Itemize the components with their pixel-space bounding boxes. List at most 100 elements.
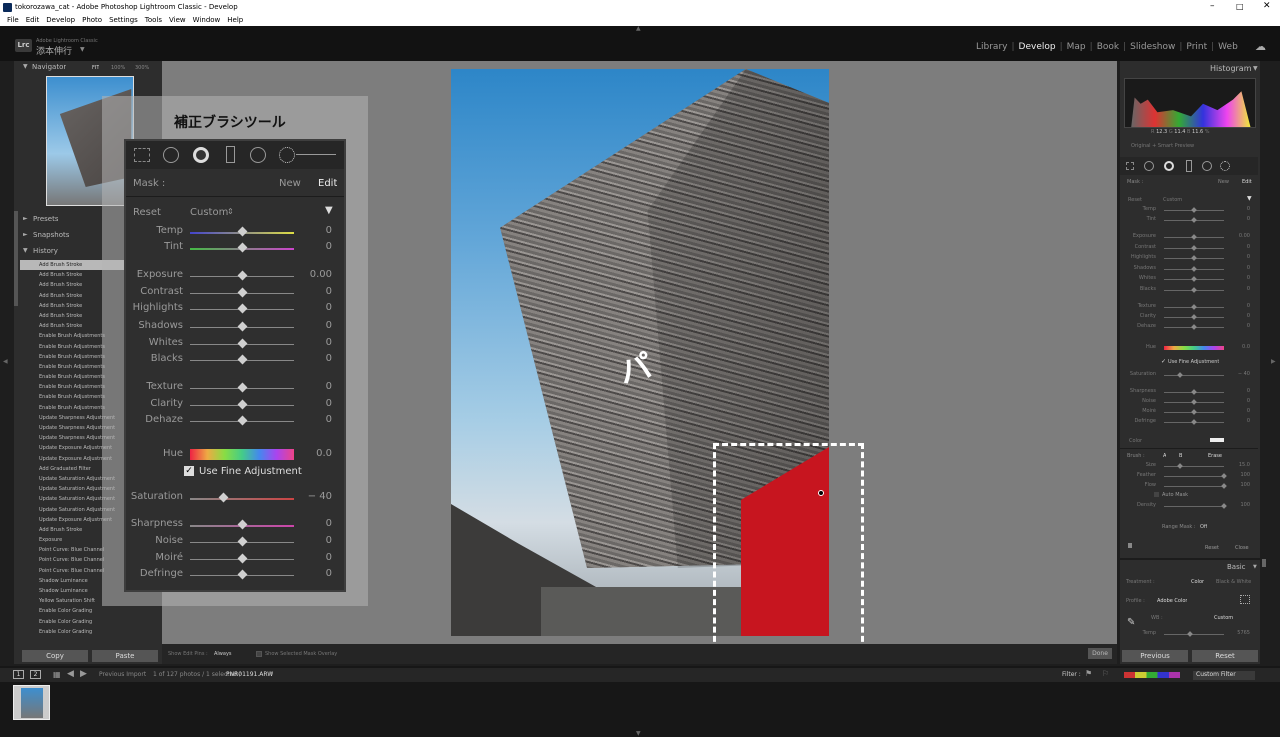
density-row[interactable]: Density 100 [1120,502,1250,511]
noise-knob[interactable] [237,536,248,547]
overlay-checkbox[interactable] [256,651,262,657]
temp-knob[interactable] [237,226,248,237]
rp-knob[interactable] [1191,276,1197,282]
rp-knob[interactable] [1191,399,1197,405]
range-mask-value[interactable]: Off [1200,524,1207,530]
rp-texture-row[interactable]: Texture 0 [1120,303,1250,312]
highlights-slider-row[interactable]: Highlights 0 [126,302,344,318]
filmstrip-filename[interactable]: PNR01191.ARW [226,671,273,678]
copy-button[interactable]: Copy [22,650,88,662]
rp-contrast-row[interactable]: Contrast 0 [1120,244,1250,253]
histogram-graph[interactable] [1124,78,1256,128]
moire-knob[interactable] [237,553,248,564]
rp-knob[interactable] [1191,304,1197,310]
rp-clarity-row[interactable]: Clarity 0 [1120,313,1250,322]
grid-view-icon[interactable]: ▦ [53,670,61,679]
collapse-triangle-icon[interactable]: ▼ [1253,65,1258,72]
module-print[interactable]: Print [1186,42,1207,52]
module-library[interactable]: Library [976,42,1007,52]
reject-filter-icon[interactable]: ⚐ [1102,669,1109,678]
menu-file[interactable]: File [7,16,19,24]
show-overlay-label[interactable]: Show Selected Mask Overlay [265,651,337,657]
collapse-triangle-icon[interactable]: ▼ [325,205,333,216]
texture-slider-row[interactable]: Texture 0 [126,381,344,397]
rp-knob[interactable] [1191,409,1197,415]
dropdown-icon[interactable]: ▼ [269,671,273,677]
filmstrip-source[interactable]: Previous Import [99,671,146,678]
collapse-triangle-icon[interactable]: ▼ [23,63,28,70]
menu-settings[interactable]: Settings [109,16,138,24]
rp-knob[interactable] [1177,372,1183,378]
forward-arrow-icon[interactable]: ▶ [80,669,87,679]
clarity-slider-row[interactable]: Clarity 0 [126,398,344,414]
menu-edit[interactable]: Edit [26,16,40,24]
eyedropper-icon[interactable]: ✎ [1127,617,1135,628]
graduated-filter-icon[interactable] [226,146,235,163]
spot-removal-icon[interactable] [163,147,179,163]
tint-slider-row[interactable]: Tint 0 [126,241,344,257]
fine-adjustment-label[interactable]: Use Fine Adjustment [199,466,302,477]
spot-removal-icon[interactable] [1144,161,1154,171]
rp-knob[interactable] [1191,207,1197,213]
rp-blacks-row[interactable]: Blacks 0 [1120,286,1250,295]
history-item[interactable]: Enable Color Grading [20,627,156,637]
reset-button[interactable]: Reset [1192,650,1258,662]
effect-preset[interactable]: Custom [1163,197,1182,203]
zoom-fit[interactable]: FIT [92,65,99,71]
sharpness-slider-row[interactable]: Sharpness 0 [126,518,344,534]
rp-whites-row[interactable]: Whites 0 [1120,275,1250,284]
graduated-filter-icon[interactable] [1186,160,1192,172]
brush-toggle-icon[interactable] [1128,543,1132,548]
history-item[interactable]: Enable Color Grading [20,617,156,627]
saturation-slider-row[interactable]: Saturation − 40 [126,491,344,507]
photo-canvas[interactable]: パ 補正ブラシツール Mask : New Edit Reset Custom … [102,61,1117,651]
collapse-triangle-icon[interactable]: ▼ [1247,195,1252,202]
basic-title[interactable]: Basic [1227,563,1246,571]
automask-checkbox[interactable] [1154,492,1159,497]
saturation-knob[interactable] [218,492,229,503]
history-title[interactable]: History [33,247,58,255]
menu-view[interactable]: View [169,16,186,24]
rp-tint-row[interactable]: Tint 0 [1120,216,1250,225]
collapse-triangle-icon[interactable]: ► [23,231,28,238]
right-scrollbar[interactable] [1262,559,1266,567]
paste-button[interactable]: Paste [92,650,158,662]
rp-knob[interactable] [1191,255,1197,261]
flag-filter-icon[interactable]: ⚑ [1085,669,1092,678]
noise-slider-row[interactable]: Noise 0 [126,535,344,551]
defringe-knob[interactable] [237,569,248,580]
rp-knob[interactable] [1191,324,1197,330]
collapse-bottom-icon[interactable]: ▼ [636,730,641,737]
clarity-knob[interactable] [237,399,248,410]
reset-label[interactable]: Reset [1128,197,1142,203]
navigator-title[interactable]: Navigator [32,63,66,71]
rp-highlights-row[interactable]: Highlights 0 [1120,254,1250,263]
rp-knob[interactable] [1191,419,1197,425]
blacks-slider-row[interactable]: Blacks 0 [126,353,344,369]
page-1-button[interactable]: 1 [13,670,24,679]
crop-tool-icon[interactable] [134,148,150,162]
mask-new[interactable]: New [1218,179,1229,185]
rp-saturation-row[interactable]: Saturation − 40 [1120,371,1250,380]
checkbox-checked-icon[interactable]: ✓ [1161,358,1166,365]
menu-photo[interactable]: Photo [82,16,102,24]
brush-size-slider[interactable] [296,154,336,155]
histogram-title[interactable]: Histogram [1210,64,1252,73]
rp-knob[interactable] [1191,217,1197,223]
exposure-knob[interactable] [237,270,248,281]
size-row[interactable]: Size 15.0 [1120,462,1250,471]
contrast-knob[interactable] [237,287,248,298]
mask-edit[interactable]: Edit [1242,179,1252,185]
texture-knob[interactable] [237,382,248,393]
custom-filter-select[interactable]: Custom Filter [1193,671,1255,680]
brush-b[interactable]: B [1179,453,1182,459]
left-scrollbar[interactable] [14,211,18,306]
feather-row[interactable]: Feather 100 [1120,472,1250,481]
menu-develop[interactable]: Develop [46,16,75,24]
defringe-slider-row[interactable]: Defringe 0 [126,568,344,584]
rp-sharpness-row[interactable]: Sharpness 0 [1120,388,1250,397]
rp-dehaze-row[interactable]: Dehaze 0 [1120,323,1250,332]
menu-tools[interactable]: Tools [145,16,162,24]
collapse-top-icon[interactable]: ▲ [636,25,641,32]
shadows-knob[interactable] [237,321,248,332]
